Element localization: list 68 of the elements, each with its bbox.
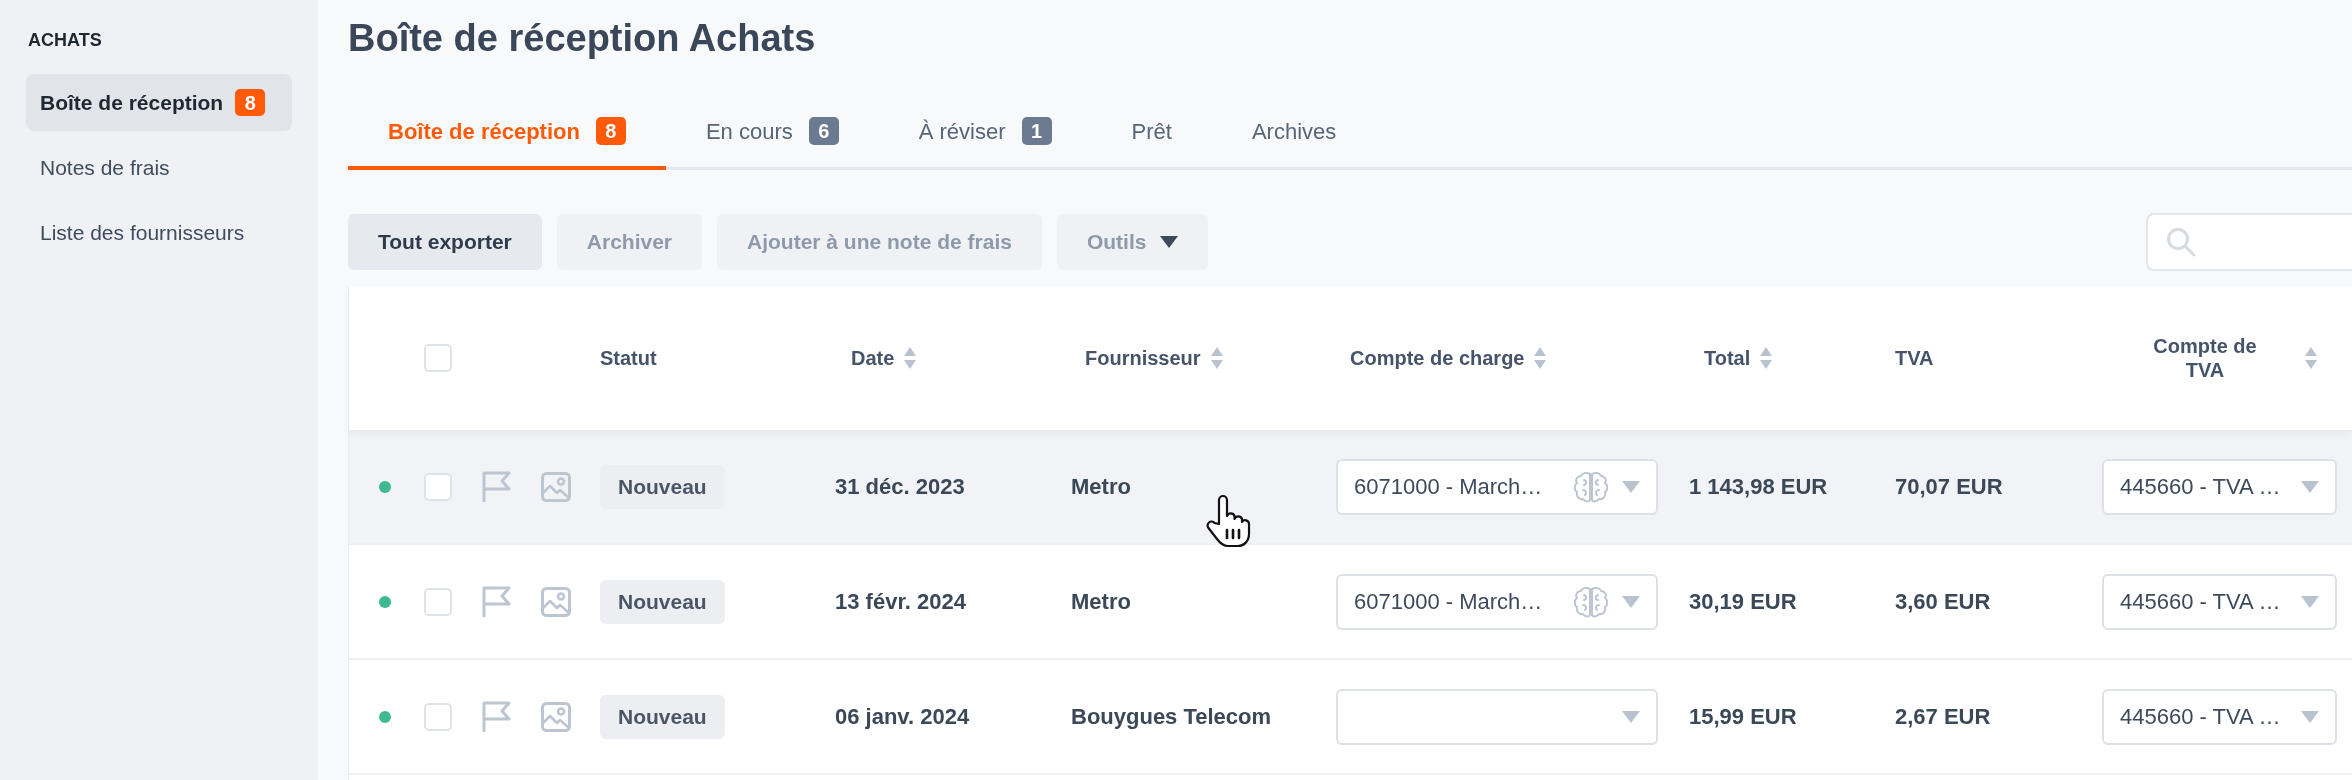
total-amount: 30,19 EUR bbox=[1689, 589, 1797, 614]
table-row[interactable]: Nouveau 31 déc. 2023 Metro 6071000 - March… 1 143,98 EUR 70,07 EUR 445660 - TVA … bbox=[349, 430, 2352, 545]
checkbox[interactable] bbox=[424, 587, 452, 616]
count-badge: 8 bbox=[235, 89, 266, 116]
sidebar-item[interactable]: Notes de frais bbox=[26, 139, 292, 196]
column-header[interactable]: Date bbox=[851, 346, 895, 370]
caret-icon bbox=[1622, 710, 1640, 723]
sort-icon[interactable] bbox=[1534, 347, 1547, 369]
account-select[interactable]: 445660 - TVA … bbox=[2102, 573, 2337, 630]
supplier-text: Bouygues Telecom bbox=[1071, 704, 1272, 729]
date-text: 31 déc. 2023 bbox=[835, 474, 965, 499]
account-select[interactable]: 445660 - TVA … bbox=[2102, 688, 2337, 745]
column-header[interactable]: Fournisseur bbox=[1085, 346, 1201, 370]
hand-pointer-icon bbox=[1205, 494, 1251, 548]
checkbox[interactable] bbox=[424, 472, 452, 501]
sort-icon[interactable] bbox=[2305, 347, 2317, 369]
caret-icon bbox=[1622, 480, 1640, 493]
tab[interactable]: En cours 6 bbox=[665, 96, 879, 170]
status-label: Nouveau bbox=[600, 694, 725, 739]
total-amount: 1 143,98 EUR bbox=[1689, 474, 1828, 499]
flag-icon[interactable] bbox=[482, 586, 511, 617]
search-field[interactable] bbox=[2146, 213, 2352, 271]
column-header: Statut bbox=[600, 346, 657, 370]
count-badge: 1 bbox=[1021, 117, 1052, 145]
caret-icon bbox=[1622, 595, 1640, 608]
tab[interactable]: À réviser 1 bbox=[878, 96, 1092, 170]
sort-icon[interactable] bbox=[904, 347, 917, 369]
page-title: Boîte de réception Achats bbox=[348, 16, 816, 61]
caret-icon bbox=[2301, 480, 2319, 493]
column-header[interactable]: Compte de charge bbox=[1350, 346, 1525, 370]
tab[interactable]: Archives bbox=[1211, 96, 1377, 170]
search-icon bbox=[2166, 227, 2196, 257]
sort-icon[interactable] bbox=[1210, 347, 1223, 369]
caret-icon bbox=[1160, 236, 1179, 248]
sidebar-item[interactable]: Liste des fournisseurs bbox=[26, 204, 292, 261]
tab[interactable]: Prêt bbox=[1091, 96, 1212, 170]
image-icon[interactable] bbox=[541, 586, 571, 617]
caret-icon bbox=[2301, 595, 2319, 608]
flag-icon[interactable] bbox=[482, 701, 511, 732]
account-select[interactable]: 6071000 - March… bbox=[1336, 458, 1658, 515]
sort-icon[interactable] bbox=[1760, 347, 1773, 369]
account-select[interactable]: 6071000 - March… bbox=[1336, 573, 1658, 630]
sidebar-heading: ACHATS bbox=[27, 29, 102, 52]
vat-amount: 2,67 EUR bbox=[1895, 704, 1991, 729]
caret-icon bbox=[2301, 710, 2319, 723]
account-select[interactable]: 445660 - TVA … bbox=[2102, 458, 2337, 515]
date-text: 13 févr. 2024 bbox=[835, 589, 966, 614]
account-select[interactable] bbox=[1336, 688, 1658, 745]
checkbox[interactable] bbox=[424, 344, 452, 372]
count-badge: 8 bbox=[595, 117, 626, 145]
checkbox[interactable] bbox=[424, 702, 452, 731]
vat-amount: 3,60 EUR bbox=[1895, 589, 1991, 614]
date-text: 06 janv. 2024 bbox=[835, 704, 970, 729]
sidebar-item[interactable]: Boîte de réception 8 bbox=[26, 74, 292, 131]
image-icon[interactable] bbox=[541, 701, 571, 732]
column-header[interactable]: Compte de TVA bbox=[2145, 334, 2265, 382]
count-badge: 6 bbox=[808, 117, 839, 145]
image-icon[interactable] bbox=[541, 471, 571, 502]
vat-amount: 70,07 EUR bbox=[1895, 474, 2003, 499]
toolbar-button[interactable]: Tout exporter bbox=[348, 214, 542, 270]
supplier-text: Metro bbox=[1071, 589, 1131, 614]
column-header[interactable]: Total bbox=[1704, 346, 1751, 370]
column-header: TVA bbox=[1895, 346, 1934, 370]
flag-icon[interactable] bbox=[482, 471, 511, 502]
total-amount: 15,99 EUR bbox=[1689, 704, 1797, 729]
status-label: Nouveau bbox=[600, 464, 725, 509]
status-label: Nouveau bbox=[600, 579, 725, 624]
supplier-text: Metro bbox=[1071, 474, 1131, 499]
